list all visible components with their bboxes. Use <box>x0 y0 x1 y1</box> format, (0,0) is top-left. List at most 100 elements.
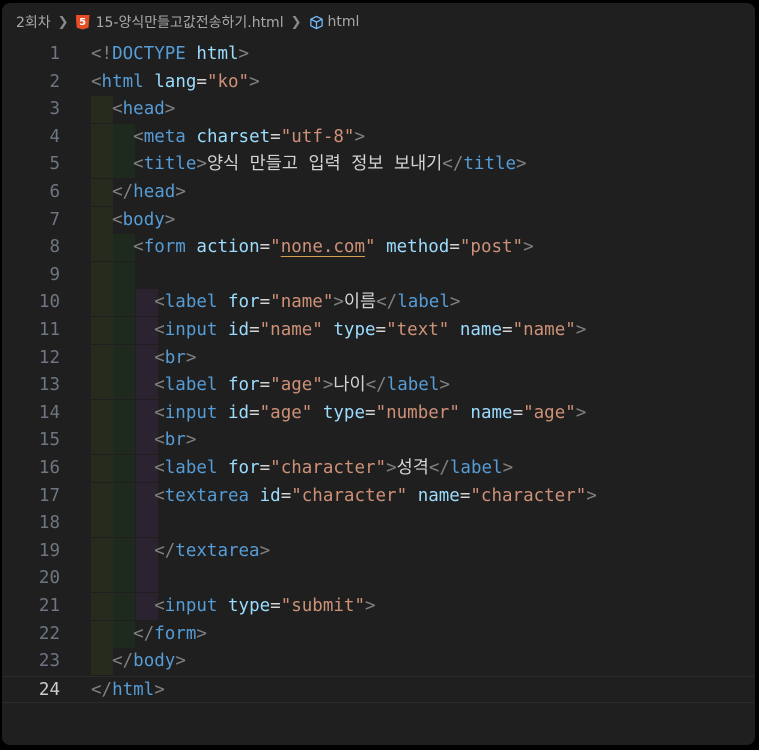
code-token: "utf-8" <box>280 126 355 147</box>
code-editor[interactable]: 1 <!DOCTYPE html> 2 <html lang="ko"> 3 <head… <box>2 39 755 745</box>
code-line[interactable]: 15 <br> <box>2 427 755 455</box>
indent-guide <box>91 510 113 538</box>
code-token: 양식 만들고 입력 정보 보내기 <box>206 154 443 175</box>
code-token: > <box>164 209 176 230</box>
code-line[interactable]: 20 <box>2 565 755 593</box>
code-text: <input id="age" type="number" name="age"… <box>91 400 586 427</box>
code-token: 성격 <box>396 458 429 478</box>
code-token: body <box>122 209 165 230</box>
code-token: textarea <box>164 485 250 506</box>
code-line[interactable]: 23 </body> <box>2 648 755 676</box>
code-token: > <box>386 458 397 478</box>
code-token: html <box>101 71 144 92</box>
indent-guide <box>135 510 158 538</box>
code-token: = <box>196 71 207 92</box>
code-line[interactable]: 4 <meta charset="utf-8"> <box>2 123 755 151</box>
code-token: type <box>333 320 376 340</box>
code-token: < <box>112 99 123 120</box>
line-number: 6 <box>49 182 60 202</box>
code-token: > <box>575 320 587 340</box>
code-token: < <box>154 402 165 423</box>
code-line[interactable]: 3 <head> <box>2 96 755 124</box>
code-line[interactable]: 2 <html lang="ko"> <box>2 69 755 96</box>
code-line[interactable]: 22 </form> <box>2 620 755 648</box>
code-token: > <box>249 71 260 92</box>
code-token: input <box>164 320 218 340</box>
code-line[interactable]: 18 <box>2 510 755 538</box>
code-token: "name" <box>259 320 323 340</box>
code-token: < <box>133 154 144 175</box>
code-token: name <box>459 320 503 340</box>
code-token: = <box>259 458 271 478</box>
code-token: > <box>175 651 186 672</box>
code-line[interactable]: 13 <label for="age">나이</label> <box>2 372 755 400</box>
code-token: > <box>164 99 176 120</box>
code-token: > <box>259 540 271 561</box>
code-token: > <box>175 182 186 202</box>
code-token: type <box>228 596 271 616</box>
code-token: > <box>365 596 376 616</box>
code-line[interactable]: 6 </head> <box>2 179 755 206</box>
code-token: > <box>523 237 534 258</box>
code-token: </ <box>365 375 387 396</box>
line-number: 7 <box>49 209 60 230</box>
code-line[interactable]: 16 <label for="character">성격</label> <box>2 455 755 482</box>
breadcrumb-symbol[interactable]: html <box>328 14 360 30</box>
code-token: title <box>463 154 517 175</box>
code-line[interactable]: 9 <box>2 261 755 289</box>
code-text: </head> <box>91 179 186 206</box>
code-line[interactable]: 24 </html> <box>2 675 755 703</box>
code-text: </form> <box>91 621 207 648</box>
code-token: meta <box>143 126 186 147</box>
code-token: br <box>164 430 186 451</box>
code-token: name <box>417 485 460 506</box>
line-number: 17 <box>38 485 60 506</box>
code-text: </textarea> <box>91 538 270 565</box>
code-token: charset <box>196 126 271 147</box>
line-number: 14 <box>38 402 60 423</box>
breadcrumb-folder[interactable]: 2회차 <box>16 12 51 32</box>
code-line[interactable]: 8 <form action="none.com" method="post"> <box>2 234 755 262</box>
code-token: > <box>354 126 366 147</box>
code-token: < <box>154 320 165 340</box>
code-line[interactable]: 17 <textarea id="character" name="charac… <box>2 482 755 510</box>
code-token: < <box>154 292 165 313</box>
code-token: for <box>228 375 260 396</box>
code-token: title <box>143 154 197 175</box>
code-line[interactable]: 11 <input id="name" type="text" name="na… <box>2 317 755 344</box>
code-token: body <box>133 651 176 672</box>
code-text: <input type="submit"> <box>91 593 376 620</box>
code-token: "character" <box>470 485 587 506</box>
line-number: 23 <box>38 651 60 672</box>
code-token: < <box>133 126 144 147</box>
code-token: > <box>196 623 207 644</box>
code-line[interactable]: 7 <body> <box>2 206 755 234</box>
code-token: html <box>112 679 155 700</box>
code-line[interactable]: 12 <br> <box>2 344 755 372</box>
code-line[interactable]: 14 <input id="age" type="number" name="a… <box>2 399 755 427</box>
code-line[interactable]: 21 <input type="submit"> <box>2 593 755 620</box>
breadcrumb-file[interactable]: 15-양식만들고값전송하기.html <box>96 12 284 32</box>
code-token: label <box>397 292 450 313</box>
code-line[interactable]: 10 <label for="name">이름</label> <box>2 289 755 317</box>
editor-window: 2회차 ❯ 5 15-양식만들고값전송하기.html ❯ html 1 <!DOC… <box>2 3 755 745</box>
line-number: 20 <box>38 568 60 589</box>
code-line[interactable]: 5 <title>양식 만들고 입력 정보 보내기</title> <box>2 151 755 179</box>
code-line[interactable]: 19 </textarea> <box>2 537 755 565</box>
code-line[interactable]: 1 <!DOCTYPE html> <box>2 41 755 68</box>
code-token: lang <box>154 71 197 92</box>
